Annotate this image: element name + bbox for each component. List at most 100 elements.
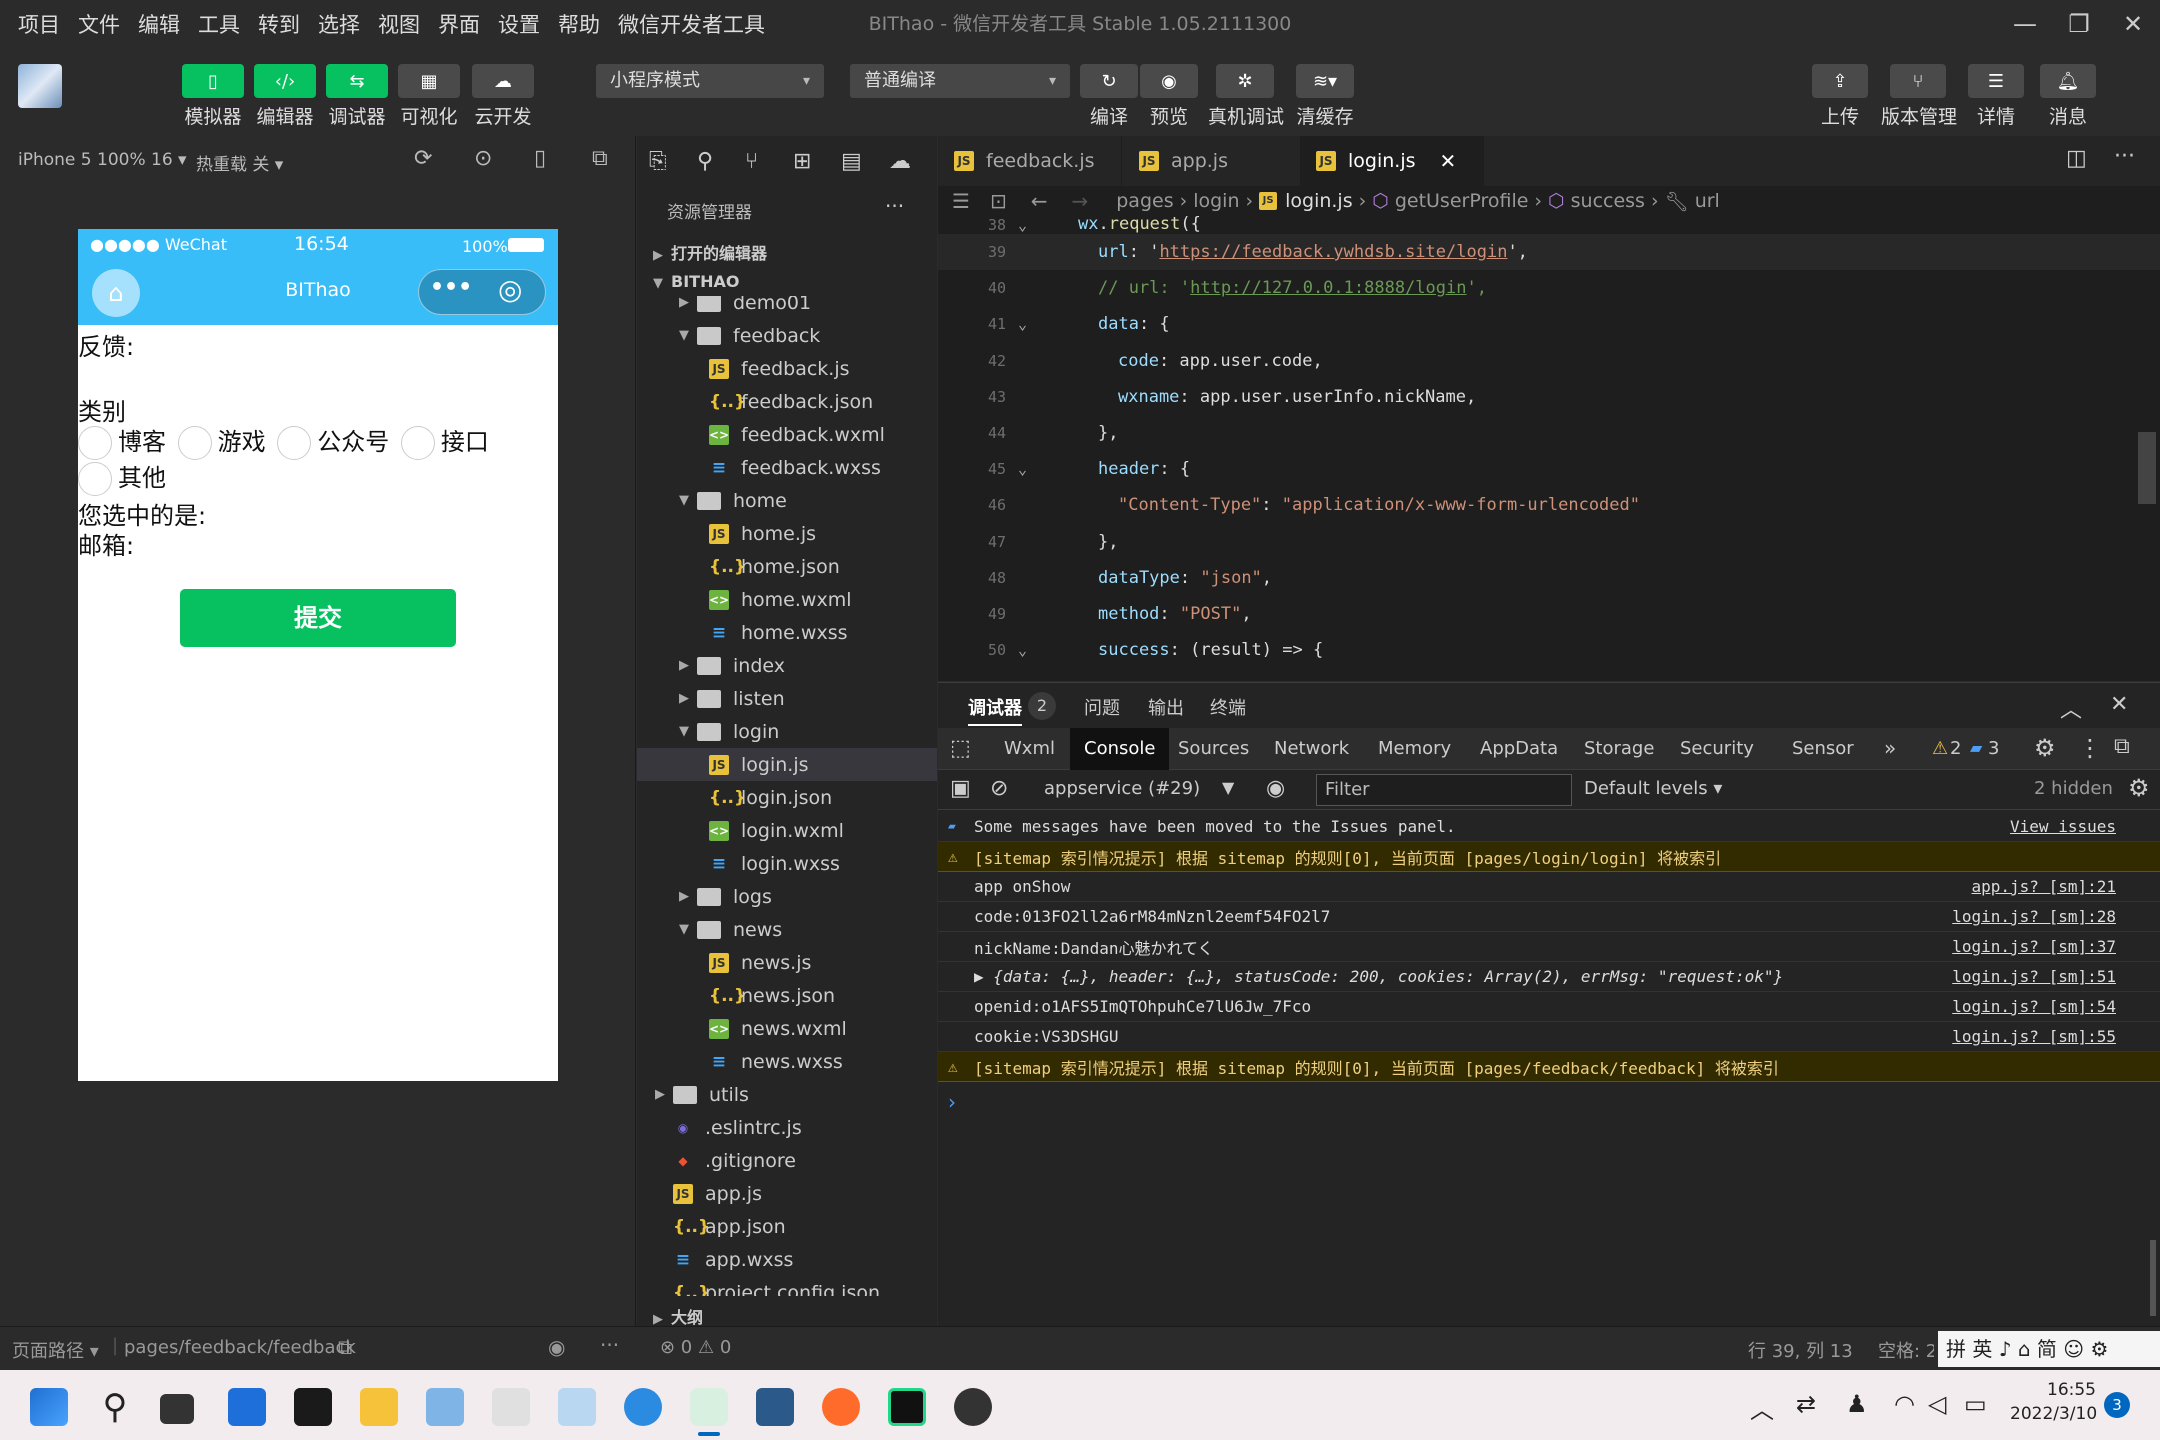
copy-icon[interactable]: ⧉ xyxy=(338,1335,352,1359)
tree-item[interactable]: <> login.wxml xyxy=(637,814,937,847)
radio-game[interactable] xyxy=(177,426,212,460)
stop-icon[interactable]: ⊙ xyxy=(474,146,492,171)
console-message[interactable]: ▶ {data: {…}, header: {…}, statusCode: 2… xyxy=(938,962,2160,992)
radio-account[interactable] xyxy=(277,426,312,460)
eye-icon[interactable]: ◉ xyxy=(1266,776,1285,801)
fold-icon[interactable]: ⌄ xyxy=(1018,216,1038,234)
code-line[interactable]: 47}, xyxy=(938,524,2160,560)
tree-item[interactable]: ≡ news.wxss xyxy=(637,1045,937,1078)
console-message[interactable]: ▰ Some messages have been moved to the Is… xyxy=(938,812,2160,842)
console-message[interactable]: openid:o1AFS5ImQTOhpuhCe7lU6Jw_7Fco login… xyxy=(938,992,2160,1022)
code-line[interactable]: 44}, xyxy=(938,415,2160,451)
tree-item[interactable]: ◆ .gitignore xyxy=(637,1144,937,1177)
tab-login-js[interactable]: JS login.js ✕ xyxy=(1300,136,1484,186)
close-miniprogram-icon[interactable]: ◎ xyxy=(498,273,522,306)
windows-start-icon[interactable] xyxy=(30,1388,68,1426)
source-link[interactable]: login.js? [sm]:28 xyxy=(1952,907,2116,926)
task-view-icon[interactable] xyxy=(160,1394,194,1424)
console-message[interactable]: cookie:VS3DSHGU login.js? [sm]:55 xyxy=(938,1022,2160,1052)
breadcrumb-item[interactable]: login xyxy=(1193,190,1239,212)
gear-icon[interactable]: ⚙ xyxy=(2034,734,2056,762)
menu-item[interactable]: 设置 xyxy=(498,9,540,39)
console-message[interactable]: ⚠ [sitemap 索引情况提示] 根据 sitemap 的规则[0], 当前页… xyxy=(938,1052,2160,1082)
breadcrumb-item[interactable]: login.js xyxy=(1285,190,1353,212)
tree-item[interactable]: {..} feedback.json xyxy=(637,385,937,418)
radio-api[interactable] xyxy=(400,426,435,460)
submit-button[interactable]: 提交 xyxy=(180,589,456,647)
notification-badge[interactable]: 3 xyxy=(2104,1392,2130,1418)
code-line[interactable]: 41 ⌄ data: { xyxy=(938,306,2160,342)
code-line[interactable]: 40 // url: 'http://127.0.0.1:8888/login', xyxy=(938,270,2160,306)
devtools-tab[interactable]: Sources xyxy=(1164,728,1263,770)
compile-select[interactable]: 普通编译 xyxy=(850,64,1070,98)
info-count[interactable]: 3 xyxy=(1988,738,1999,759)
fold-icon[interactable]: ⌄ xyxy=(1018,641,1038,659)
extensions-icon[interactable]: ⊞ xyxy=(793,149,841,174)
eye-icon[interactable]: ◉ xyxy=(548,1335,565,1359)
postman-icon[interactable] xyxy=(822,1388,860,1426)
tab-terminal[interactable]: 终端 xyxy=(1210,694,1246,720)
hotreload-select[interactable]: 热重载 关 ▾ xyxy=(196,150,283,175)
devtools-tab[interactable]: Sensor xyxy=(1778,728,1868,770)
tab-issues[interactable]: 问题 xyxy=(1084,694,1120,720)
menu-item[interactable]: 微信开发者工具 xyxy=(618,9,765,39)
open-editors[interactable]: ▶ 打开的编辑器 xyxy=(649,240,767,264)
clock-date[interactable]: 2022/3/10 xyxy=(2010,1404,2097,1424)
close-tab-icon[interactable]: ✕ xyxy=(1440,149,1457,173)
visual-button[interactable]: ▦ xyxy=(398,64,460,98)
forward-icon[interactable]: → xyxy=(1071,189,1088,213)
file-explorer-icon[interactable] xyxy=(360,1388,398,1426)
editor-scrollbar[interactable] xyxy=(2138,432,2156,504)
tree-item[interactable]: ▼ feedback xyxy=(637,319,937,352)
tree-item[interactable]: ▼ home xyxy=(637,484,937,517)
bookmark-icon[interactable]: ⊡ xyxy=(990,189,1007,213)
undock-icon[interactable]: ⧉ xyxy=(2114,734,2130,759)
menu-item[interactable]: 工具 xyxy=(198,9,240,39)
clear-console-icon[interactable]: ⊘ xyxy=(990,776,1008,801)
clock-time[interactable]: 16:55 xyxy=(2032,1380,2096,1400)
files-icon[interactable]: ⎘ xyxy=(649,149,697,174)
vscode-icon[interactable] xyxy=(756,1388,794,1426)
menu-item[interactable]: 编辑 xyxy=(138,9,180,39)
code-line[interactable]: 50 ⌄ success: (result) => { xyxy=(938,632,2160,668)
warn-count[interactable]: 2 xyxy=(1950,738,1961,759)
tree-item[interactable]: {..} login.json xyxy=(637,781,937,814)
source-link[interactable]: login.js? [sm]:51 xyxy=(1952,967,2116,986)
levels-select[interactable]: Default levels ▾ xyxy=(1584,778,1722,799)
cloud-icon[interactable]: ☁ xyxy=(889,149,937,174)
close-panel-icon[interactable]: ✕ xyxy=(2110,692,2128,717)
breadcrumb-item[interactable]: pages xyxy=(1116,190,1173,212)
snipping-icon[interactable] xyxy=(558,1388,596,1426)
sidebar-toggle-icon[interactable]: ▣ xyxy=(950,776,971,801)
rotate-icon[interactable]: ⟳ xyxy=(414,146,432,171)
tree-item[interactable]: JS home.js xyxy=(637,517,937,550)
tree-item[interactable]: ≡ login.wxss xyxy=(637,847,937,880)
debugger-toggle-button[interactable]: ⇆ xyxy=(326,64,388,98)
tree-item[interactable]: ▶ utils xyxy=(637,1078,937,1111)
console-scrollbar[interactable] xyxy=(2150,1240,2156,1316)
code-line[interactable]: 38 ⌄ wx.request({ xyxy=(938,216,2160,234)
git-icon[interactable]: ⑂ xyxy=(745,149,793,174)
battery-icon[interactable]: ▭ xyxy=(1964,1390,1987,1418)
minimize-button[interactable]: — xyxy=(1998,0,2052,48)
tree-item[interactable]: ▶ listen xyxy=(637,682,937,715)
prompt-icon[interactable]: › xyxy=(948,1090,956,1114)
menu-item[interactable]: 项目 xyxy=(18,9,60,39)
tree-item[interactable]: JS login.js xyxy=(637,748,937,781)
tree-item[interactable]: ▼ login xyxy=(637,715,937,748)
tree-item[interactable]: ▶ demo01 xyxy=(637,296,937,319)
mode-select[interactable]: 小程序模式 xyxy=(596,64,824,98)
more-icon[interactable]: ••• xyxy=(430,275,472,300)
source-link[interactable]: login.js? [sm]:37 xyxy=(1952,937,2116,956)
tree-item[interactable]: {..} home.json xyxy=(637,550,937,583)
ime-toolbar[interactable]: 拼 英 ♪ ⌂ 简 ☺ ⚙ xyxy=(1938,1331,2160,1367)
back-icon[interactable]: ← xyxy=(1031,189,1048,213)
messages-button[interactable]: 🔔︎ xyxy=(2040,64,2096,98)
breadcrumb-item[interactable]: getUserProfile xyxy=(1395,190,1529,212)
tree-item[interactable]: ▶ logs xyxy=(637,880,937,913)
settings-icon[interactable]: ⚙ xyxy=(2128,774,2150,802)
qq-icon[interactable]: ♟ xyxy=(1846,1390,1868,1418)
filter-input[interactable]: Filter xyxy=(1316,774,1572,806)
tree-item[interactable]: ▼ news xyxy=(637,913,937,946)
remote-debug-button[interactable]: ✲ xyxy=(1216,64,1274,98)
